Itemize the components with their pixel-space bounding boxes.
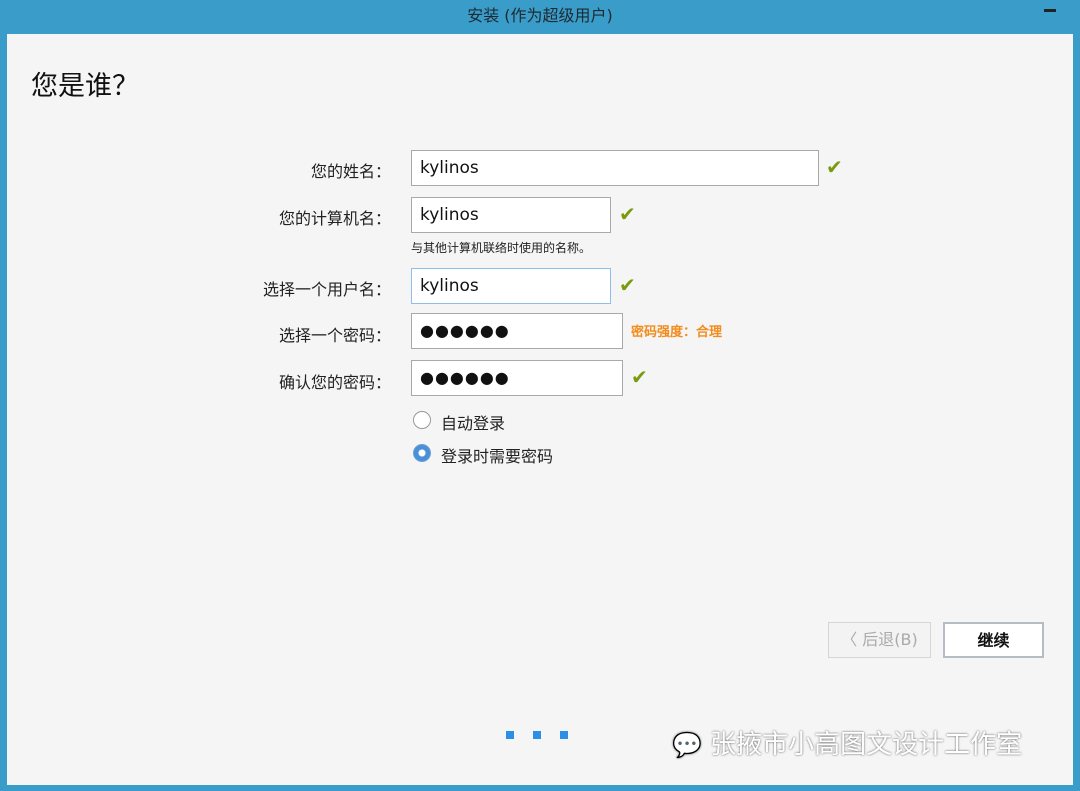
back-button[interactable]: 〈 后退(B) [828,622,931,658]
name-input[interactable]: kylinos [411,150,819,186]
progress-dot [560,731,568,739]
password-label: 选择一个密码： [278,326,391,345]
require-password-label[interactable]: 登录时需要密码 [441,443,553,467]
password-input[interactable]: ●●●●●● [411,313,623,349]
watermark-text: 张掖市小高图文设计工作室 [710,730,1023,760]
computer-name-input[interactable]: kylinos [411,197,611,233]
page-title: 您是谁？ [31,71,139,102]
window-titlebar: 安装 (作为超级用户) [0,0,1080,34]
wechat-icon: 💬 [672,731,702,759]
confirm-valid-check-icon: ✔ [631,365,648,389]
computer-name-hint: 与其他计算机联络时使用的名称。 [411,241,592,255]
progress-dot [533,731,541,739]
confirm-password-input[interactable]: ●●●●●● [411,360,623,396]
name-valid-check-icon: ✔ [826,155,843,179]
password-strength: 密码强度：合理 [631,325,723,340]
require-password-radio[interactable] [413,444,431,462]
name-label: 您的姓名： [310,162,391,181]
watermark: 💬 张掖市小高图文设计工作室 [672,724,1022,761]
computer-name-valid-check-icon: ✔ [619,202,636,226]
computer-name-label: 您的计算机名： [278,209,391,228]
window-title: 安装 (作为超级用户) [467,6,613,25]
auto-login-radio[interactable] [413,411,431,429]
progress-dot [506,731,514,739]
auto-login-label[interactable]: 自动登录 [441,410,505,434]
minimize-button[interactable] [1044,9,1056,12]
username-label: 选择一个用户名： [262,280,391,299]
username-input[interactable]: kylinos [411,268,611,304]
installer-content: 您是谁？ 您的姓名： kylinos ✔ 您的计算机名： kylinos ✔ 与… [7,34,1073,785]
continue-button[interactable]: 继续 [943,622,1044,658]
username-valid-check-icon: ✔ [619,273,636,297]
confirm-password-label: 确认您的密码： [278,373,391,392]
